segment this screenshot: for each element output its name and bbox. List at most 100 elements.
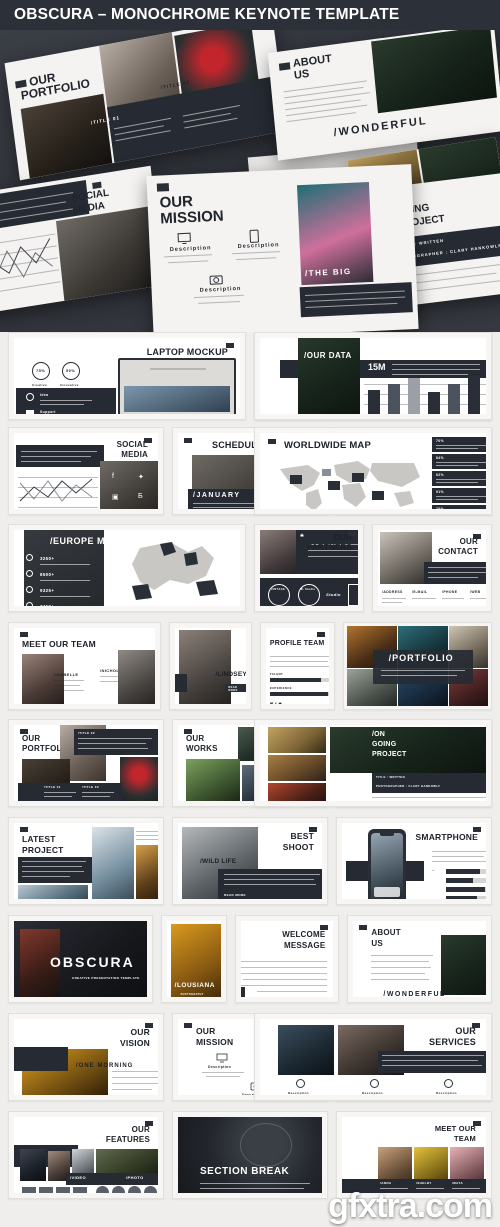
mark-icon: [278, 62, 291, 71]
europe-stat-1: 3250+: [40, 556, 55, 561]
slide-title-latest-1: LATEST: [22, 834, 56, 844]
skill-label-talent: TALENT: [269, 672, 284, 676]
slide-card-our-portfolio[interactable]: OUR PORTFOLIO /TITLE 02 /TITLE 01 /TITLE…: [8, 719, 164, 807]
slide-title-contact-2: CONTACT: [438, 547, 478, 556]
grid-row-9: OUR FEATURES /VIDEO /PHOTO SECTION BREAK…: [0, 1111, 500, 1199]
mark-icon: [20, 827, 28, 832]
welcome-title-2: MESSAGE: [283, 941, 326, 950]
slide-card-worldwide-map[interactable]: WORLDWIDE MAP 70% 84% 62% 91% 76%: [254, 427, 492, 515]
slide-title-social-1: SOCIAL: [116, 440, 148, 449]
feature-tag-video: /VIDEO: [70, 1175, 86, 1180]
latest-photo-3: [136, 845, 158, 899]
feature-badge-2: [112, 1186, 125, 1193]
slide-card-section-break[interactable]: SECTION BREAK: [172, 1111, 328, 1199]
slide-card-laptop-mockup[interactable]: LAPTOP MOCKUP 75% Creative 50% Innovativ…: [8, 332, 246, 420]
slide-title-best-1: BEST: [290, 831, 314, 841]
smartphone-accent-left: [346, 861, 368, 881]
portfolio-tag-2: /TITLE 02: [78, 731, 95, 735]
mission-title-1: OUR: [196, 1026, 216, 1036]
slide-card-meet-our-team[interactable]: MEET OUR TEAM /ISABELLE /NICHOLAS: [8, 622, 162, 710]
slide-card-meet-our-team-2[interactable]: MEET OUR TEAM /ANNA /SHELBY /MAYA: [336, 1111, 492, 1199]
smartphone-accent-right: [404, 861, 424, 881]
slide-card-our-features[interactable]: OUR FEATURES /VIDEO /PHOTO: [8, 1111, 164, 1199]
our-data-figure: 15M: [368, 362, 386, 372]
slide-card-welcome-message[interactable]: WELCOME MESSAGE: [235, 915, 340, 1003]
slide-card-our-partners[interactable]: ❝ OUR PARTNERS VINTAGE Mt Studio Studio: [254, 524, 364, 612]
slide-card-on-going-project[interactable]: /ON GOING PROJECT TITLE : WRITTEN PHOTOG…: [254, 719, 492, 807]
facebook-icon: f: [112, 473, 114, 480]
instagram-icon: ▣: [112, 494, 119, 501]
behance-icon: Ƃ: [138, 493, 143, 500]
services-feature-2: Description: [362, 1091, 383, 1095]
lindsey-read-more-button[interactable]: READ MORE: [228, 686, 246, 692]
vision-title-2: VISION: [119, 1038, 150, 1048]
best-shoot-read-more-button[interactable]: READ MORE: [224, 893, 246, 897]
feature-tag-photo: /PHOTO: [126, 1175, 144, 1180]
slide-card-about-us[interactable]: ABOUT US /WONDERFUL: [347, 915, 493, 1003]
slide-card-lousiana[interactable]: /LOUSIANA PHOTOGRAPHY: [160, 915, 228, 1003]
grid-row-4: MEET OUR TEAM /ISABELLE /NICHOLAS /LINDS…: [0, 622, 500, 710]
slide-card-smartphone[interactable]: SMARTPHONE —: [336, 817, 492, 905]
about-title-1: ABOUT: [371, 928, 401, 937]
slide-card-lindsey[interactable]: /LINDSEY READ MORE: [169, 622, 252, 710]
brand-studio: Studio: [326, 592, 341, 597]
team2-title-1: MEET OUR: [434, 1124, 476, 1133]
ongoing-photo-3: [268, 783, 326, 801]
mark-icon: [184, 438, 192, 443]
ongoing-meta-1: TITLE : WRITTEN: [376, 775, 405, 779]
team2-title-2: TEAM: [453, 1134, 476, 1143]
contact-field-email: /E-MAIL: [412, 590, 428, 594]
item-idea: Idea: [40, 393, 49, 397]
hero-photo-hand: [55, 205, 164, 301]
hero-slide-our-mission[interactable]: OUR MISSION Description Description Desc…: [146, 164, 419, 332]
slide-card-europe-map[interactable]: /EUROPE MAP 3250+ 8500+ 9325+ 7450+: [8, 524, 246, 612]
mark-icon: [268, 439, 276, 444]
hero-slide-our-portfolio[interactable]: OUR PORTFOLIO /TITLE 01 /TITLE 02: [4, 30, 288, 181]
slide-card-social-media[interactable]: SOCIAL MEDIA f ✦ ▣ Ƃ: [8, 427, 164, 515]
slide-card-our-vision[interactable]: OUR VISION /ONE MORNING: [8, 1013, 164, 1101]
obscura-subtitle: CREATIVE PRESENTATION TEMPLATE: [72, 976, 140, 980]
hero-photo-camera: [371, 30, 497, 114]
member-photo-nicholas: [118, 650, 156, 704]
slide-title-worldwide-map: WORLDWIDE MAP: [284, 440, 372, 451]
slide-card-latest-project[interactable]: LATEST PROJECT: [8, 817, 164, 905]
slide-card-portfolio-grid[interactable]: /PORTFOLIO: [342, 622, 493, 710]
page-title: OBSCURA – MONOCHROME KEYNOTE TEMPLATE: [14, 6, 400, 23]
slide-title-laptop-mockup: LAPTOP MOCKUP: [146, 347, 228, 357]
hero-mission-feature-3-label: Description: [199, 285, 242, 294]
ongoing-title-2: GOING: [372, 741, 397, 748]
portfolio-photo-red: [120, 757, 158, 801]
hero-slide-social-media[interactable]: SOCIAL MEDIA: [0, 165, 164, 315]
services-title-2: SERVICES: [429, 1037, 476, 1047]
contact-field-web: /WEB: [470, 590, 481, 594]
services-title-1: OUR: [455, 1026, 476, 1036]
services-feature-1: Description: [288, 1091, 309, 1095]
mark-icon: [348, 531, 356, 536]
slide-card-our-services[interactable]: OUR SERVICES Description Description Des…: [254, 1013, 492, 1101]
feature-badge-1: [96, 1186, 109, 1193]
slide-card-our-data[interactable]: /OUR DATA /OUR DATA 15M: [254, 332, 492, 420]
slide-thumbnail-grid: LAPTOP MOCKUP 75% Creative 50% Innovativ…: [0, 332, 500, 1206]
slide-card-best-shoot[interactable]: BEST SHOOT /WILD LIFE READ MORE: [172, 817, 328, 905]
brand-vintage: VINTAGE: [271, 588, 286, 591]
slide-card-our-contact[interactable]: OUR CONTACT /ADDRESS /E-MAIL /PHONE /WEB: [372, 524, 492, 612]
slide-card-obscura-title[interactable]: OBSCURA CREATIVE PRESENTATION TEMPLATE: [8, 915, 153, 1003]
social-photo: [100, 461, 158, 509]
brand-photography-badge: [348, 584, 358, 606]
stat-1-percent: 70%: [436, 439, 444, 443]
latest-photo-1: [18, 885, 88, 899]
vision-tag: /ONE MORNING: [76, 1063, 134, 1069]
ongoing-title-3: PROJECT: [372, 751, 407, 758]
hero-about-tag: /WONDERFUL: [333, 114, 429, 140]
laptop-screen: [118, 358, 236, 414]
slide-card-profile-team[interactable]: PROFILE TEAM TALENT EXPERIENCE ✉ f ◉: [259, 622, 335, 710]
lindsey-title: /LINDSEY: [215, 671, 246, 678]
slide-title-social-2: MEDIA: [121, 450, 148, 459]
stat-3-percent: 62%: [436, 473, 444, 477]
twitter-icon: ✦: [138, 474, 144, 481]
member-name-isabelle: /ISABELLE: [54, 672, 79, 677]
our-data-photo-front: [298, 338, 360, 414]
europe-stat-4: 7450+: [40, 604, 54, 606]
lousiana-subtitle: PHOTOGRAPHY: [180, 993, 204, 996]
grid-row-7: OBSCURA CREATIVE PRESENTATION TEMPLATE /…: [0, 915, 500, 1003]
